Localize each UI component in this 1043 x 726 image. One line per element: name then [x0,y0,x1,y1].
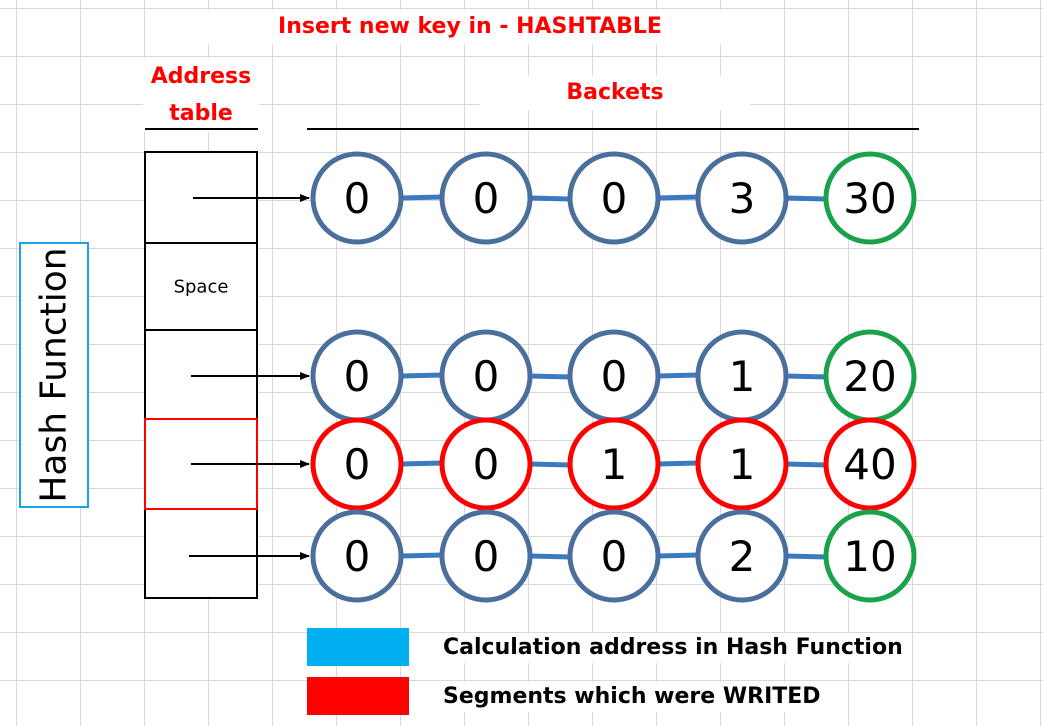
bucket-chains: 0 0 0 3 30 0 0 0 1 20 0 0 1 1 40 0 0 0 2 10 [189,151,917,603]
bucket-node-value-row-2-2: 1 [601,440,628,489]
bucket-node-value-row-0-0: 0 [344,174,371,223]
bucket-node-value-row-2-4: 40 [843,440,896,489]
chain-link-row-0-3 [785,195,827,202]
bucket-node-value-row-0-3: 3 [729,174,756,223]
bucket-node-value-row-1-3: 1 [729,352,756,401]
legend-swatch-red [307,677,409,715]
chain-link-row-1-1 [529,373,571,380]
bucket-node-value-row-1-0: 0 [344,352,371,401]
chain-link-row-1-2 [657,372,699,379]
chain-link-row-0-1 [529,195,571,202]
bucket-node-value-row-1-1: 0 [473,352,500,401]
legend-text-hash-function: Calculation address in Hash Function [443,633,903,663]
bucket-node-value-row-1-4: 20 [843,352,896,401]
chain-link-row-2-3 [785,461,827,468]
bucket-node-value-row-3-0: 0 [344,532,371,581]
bucket-node-value-row-0-2: 0 [601,174,628,223]
legend-swatch-blue [307,628,409,666]
bucket-node-value-row-3-3: 2 [729,532,756,581]
chain-link-row-3-3 [785,553,827,560]
chain-link-row-3-0 [400,552,443,559]
chain-link-row-0-0 [400,194,443,201]
chain-link-row-3-1 [529,553,571,560]
bucket-node-value-row-3-2: 0 [601,532,628,581]
bucket-node-value-row-2-1: 0 [473,440,500,489]
bucket-node-value-row-2-3: 1 [729,440,756,489]
bucket-node-value-row-2-0: 0 [344,440,371,489]
bucket-node-value-row-1-2: 0 [601,352,628,401]
chain-link-row-3-2 [657,552,699,559]
chain-link-row-2-1 [529,461,571,468]
chain-link-row-1-3 [785,373,827,380]
bucket-node-value-row-0-4: 30 [843,174,896,223]
bucket-node-value-row-3-1: 0 [473,532,500,581]
chain-link-row-1-0 [400,372,443,379]
legend-text-written: Segments which were WRITED [443,682,821,712]
chain-link-row-2-2 [657,460,699,467]
chain-link-row-2-0 [400,460,443,467]
bucket-node-value-row-3-4: 10 [843,532,896,581]
chain-link-row-0-2 [657,194,699,201]
bucket-node-value-row-0-1: 0 [473,174,500,223]
